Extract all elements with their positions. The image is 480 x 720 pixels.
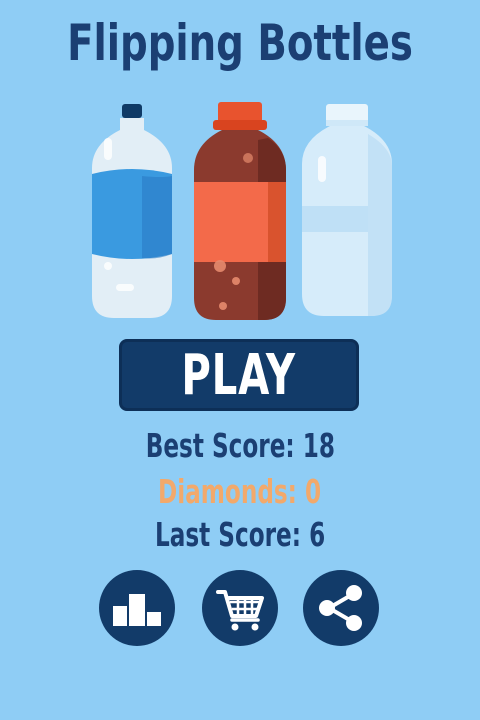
cart-icon: [216, 590, 264, 631]
best-score: Best Score: 18: [145, 426, 335, 465]
play-button[interactable]: PLAY: [119, 339, 359, 411]
shop-button[interactable]: [202, 570, 278, 646]
empty-bottle-icon: [302, 104, 392, 316]
share-button[interactable]: [303, 570, 379, 646]
leaderboard-icon: [113, 594, 161, 626]
game-title: Flipping Bottles: [67, 14, 413, 72]
bottles-illustration: [92, 102, 392, 320]
diamonds-count: Diamonds: 0: [158, 472, 322, 511]
last-score: Last Score: 6: [154, 515, 326, 554]
share-icon: [319, 585, 362, 631]
play-label: PLAY: [181, 342, 297, 408]
water-bottle-icon: [92, 104, 172, 318]
leaderboard-button[interactable]: [99, 570, 175, 646]
cola-bottle-icon: [194, 102, 286, 320]
